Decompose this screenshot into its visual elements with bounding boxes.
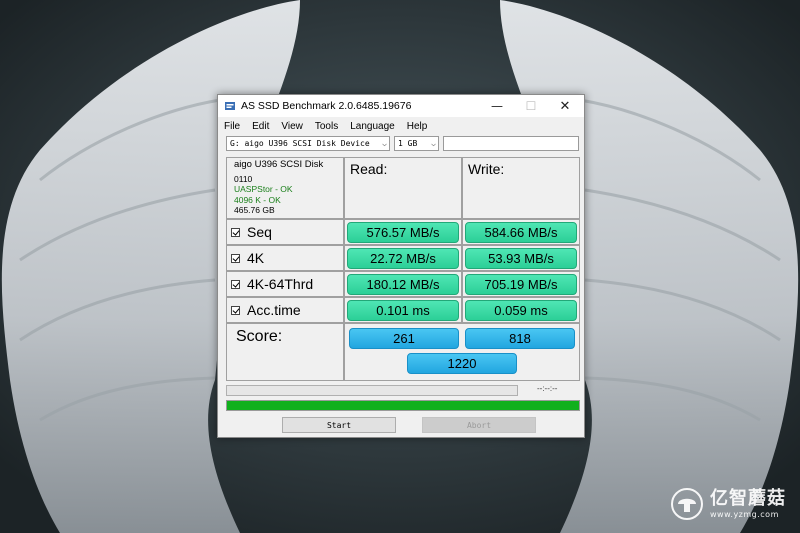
drive-select-value: G: aigo U396 SCSI Disk Device [230, 139, 370, 148]
size-select-value: 1 GB [398, 139, 418, 148]
overall-progress-fill [227, 401, 579, 410]
watermark: 亿智蘑菇 www.yzmg.com [670, 487, 786, 521]
seq-read-cell: 576.57 MB/s [344, 219, 462, 245]
test-label-4k: 4K [247, 250, 265, 266]
drive-select[interactable]: G: aigo U396 SCSI Disk Device ⌵ [226, 136, 390, 151]
seq-write-cell: 584.66 MB/s [462, 219, 580, 245]
4k-64thrd-read-value: 180.12 MB/s [347, 273, 459, 295]
size-select[interactable]: 1 GB ⌵ [394, 136, 439, 151]
device-info-panel: aigo U396 SCSI Disk 0110 UASPStor - OK 4… [226, 157, 344, 219]
test-row-4k-64thrd[interactable]: 4K-64Thrd [226, 271, 344, 297]
checkbox-checked-icon[interactable] [231, 253, 240, 263]
read-header: Read: [344, 157, 462, 219]
menu-view[interactable]: View [281, 121, 303, 132]
test-row-seq[interactable]: Seq [226, 219, 344, 245]
app-icon [225, 102, 235, 110]
minimize-button[interactable]: — [480, 95, 514, 117]
chevron-down-icon: ⌵ [431, 139, 436, 148]
4k-write-cell: 53.93 MB/s [462, 245, 580, 271]
4k-read-value: 22.72 MB/s [347, 247, 459, 269]
chevron-down-icon: ⌵ [382, 139, 387, 148]
test-progress-bar [226, 385, 518, 396]
menu-tools[interactable]: Tools [315, 121, 338, 132]
4k-read-cell: 22.72 MB/s [344, 245, 462, 271]
menu-file[interactable]: File [224, 121, 240, 132]
test-label-acc-time: Acc.time [247, 302, 301, 318]
test-row-4k[interactable]: 4K [226, 245, 344, 271]
seq-read-value: 576.57 MB/s [347, 221, 459, 243]
4k-64thrd-write-value: 705.19 MB/s [465, 273, 577, 295]
test-row-acc-time[interactable]: Acc.time [226, 297, 344, 323]
acc-time-write-cell: 0.059 ms [462, 297, 580, 323]
score-total-value: 1220 [407, 353, 517, 374]
driver-status: UASPStor - OK [234, 184, 293, 194]
write-header: Write: [462, 157, 580, 219]
title-bar[interactable]: AS SSD Benchmark 2.0.6485.19676 — ☐ ✕ [218, 95, 584, 117]
device-model: aigo U396 SCSI Disk [234, 159, 324, 170]
test-label-4k-64thrd: 4K-64Thrd [247, 276, 314, 292]
4k-64thrd-write-cell: 705.19 MB/s [462, 271, 580, 297]
as-ssd-window: AS SSD Benchmark 2.0.6485.19676 — ☐ ✕ Fi… [217, 94, 585, 438]
close-button[interactable]: ✕ [548, 95, 582, 117]
maximize-button[interactable]: ☐ [514, 95, 548, 117]
start-button[interactable]: Start [282, 417, 396, 433]
elapsed-time: --:--:-- [537, 384, 558, 393]
device-capacity: 465.76 GB [234, 205, 275, 215]
menu-language[interactable]: Language [350, 121, 395, 132]
seq-write-value: 584.66 MB/s [465, 221, 577, 243]
acc-time-write-value: 0.059 ms [465, 299, 577, 321]
window-title: AS SSD Benchmark 2.0.6485.19676 [241, 100, 412, 112]
mushroom-logo-icon [671, 488, 703, 520]
score-label: Score: [226, 323, 344, 381]
menu-edit[interactable]: Edit [252, 121, 269, 132]
score-write-value: 818 [465, 328, 575, 349]
acc-time-read-value: 0.101 ms [347, 299, 459, 321]
checkbox-checked-icon[interactable] [231, 305, 240, 315]
test-label-seq: Seq [247, 224, 272, 240]
watermark-url: www.yzmg.com [710, 509, 779, 519]
selector-row: G: aigo U396 SCSI Disk Device ⌵ 1 GB ⌵ [226, 136, 579, 152]
extra-field[interactable] [443, 136, 579, 151]
abort-button[interactable]: Abort [422, 417, 536, 433]
device-firmware: 0110 [234, 173, 253, 184]
watermark-brand: 亿智蘑菇 [710, 487, 786, 509]
4k-64thrd-read-cell: 180.12 MB/s [344, 271, 462, 297]
menu-help[interactable]: Help [407, 121, 428, 132]
4k-write-value: 53.93 MB/s [465, 247, 577, 269]
checkbox-checked-icon[interactable] [231, 227, 240, 237]
menu-bar: File Edit View Tools Language Help [218, 117, 584, 135]
checkbox-checked-icon[interactable] [231, 279, 240, 289]
score-area: 261 818 1220 [344, 323, 580, 381]
alignment-status: 4096 K - OK [234, 194, 281, 205]
acc-time-read-cell: 0.101 ms [344, 297, 462, 323]
score-read-value: 261 [349, 328, 459, 349]
overall-progress-bar [226, 400, 580, 411]
